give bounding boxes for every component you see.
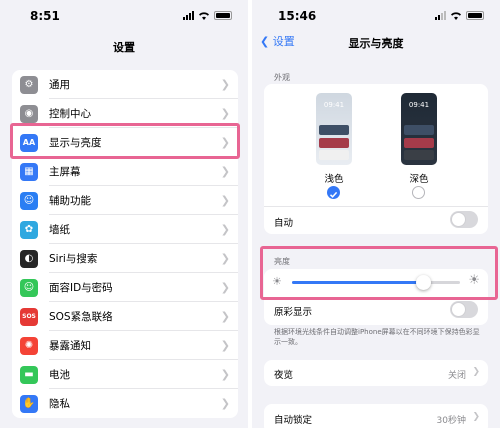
status-time: 15:46 xyxy=(278,9,317,23)
light-mode-radio-checked[interactable] xyxy=(327,186,340,199)
dark-mode-preview[interactable]: 09:41 xyxy=(401,93,437,165)
auto-appearance-toggle[interactable] xyxy=(450,211,478,228)
autolock-label: 自动锁定 xyxy=(274,415,313,426)
chevron-right-icon: ❯ xyxy=(220,194,230,207)
dark-mode-radio[interactable] xyxy=(412,186,425,199)
light-mode-preview[interactable]: 09:41 xyxy=(316,93,352,165)
status-time: 8:51 xyxy=(30,9,60,23)
settings-item[interactable]: ✋ 隐私 ❯ xyxy=(12,389,238,418)
toggles-icon: ◉ xyxy=(20,104,38,123)
settings-item[interactable]: ⚙ 通用 ❯ xyxy=(12,70,238,99)
signal-icon xyxy=(183,11,194,20)
truetone-label: 原彩显示 xyxy=(274,307,313,318)
settings-item[interactable]: ◐ Siri与搜索 ❯ xyxy=(12,244,238,273)
checkmark-icon xyxy=(329,191,338,198)
chevron-right-icon: ❯ xyxy=(472,412,480,422)
settings-item-label: 控制中心 xyxy=(49,108,91,120)
autolock-value: 30秒钟 xyxy=(436,416,466,426)
appearance-section-label: 外观 xyxy=(274,73,290,82)
gear-icon: ⚙ xyxy=(20,75,38,94)
settings-item[interactable]: ▦ 主屏幕 ❯ xyxy=(12,157,238,186)
signal-icon xyxy=(435,11,446,20)
page-title: 设置 xyxy=(113,41,135,54)
chevron-right-icon: ❯ xyxy=(220,339,230,352)
chevron-right-icon: ❯ xyxy=(220,281,230,294)
faceid-icon: ☺ xyxy=(20,278,38,297)
settings-item[interactable]: ☺ 面容ID与密码 ❯ xyxy=(12,273,238,302)
chevron-right-icon: ❯ xyxy=(220,397,230,410)
chevron-right-icon: ❯ xyxy=(220,223,230,236)
highlight-brightness xyxy=(260,246,498,300)
chevron-right-icon: ❯ xyxy=(220,165,230,178)
truetone-toggle[interactable] xyxy=(450,301,478,318)
settings-item-label: SOS紧急联络 xyxy=(49,311,113,323)
settings-item-label: 电池 xyxy=(49,369,70,381)
status-bar: 15:46 xyxy=(252,9,500,25)
display-brightness-screen: 15:46 ❮ 设置 显示与亮度 外观 09:41 09:41 浅色 深色 自动… xyxy=(252,0,500,428)
settings-item-label: 隐私 xyxy=(49,398,70,410)
auto-label: 自动 xyxy=(274,218,294,229)
nightshift-row[interactable]: 夜览 关闭 ❯ xyxy=(264,360,488,386)
wifi-icon xyxy=(451,12,461,20)
dark-mode-label: 深色 xyxy=(409,174,429,185)
chevron-right-icon: ❯ xyxy=(220,252,230,265)
preview-time-light: 09:41 xyxy=(323,101,345,109)
light-mode-label: 浅色 xyxy=(324,174,344,185)
settings-item-label: 墙纸 xyxy=(49,224,70,236)
exposure-icon: ✺ xyxy=(20,336,38,355)
truetone-description: 根据环境光线条件自动调整iPhone屏幕以在不同环境下保持色彩显示一致。 xyxy=(274,328,480,346)
autolock-row[interactable]: 自动锁定 30秒钟 ❯ xyxy=(264,404,488,428)
battery-status-icon xyxy=(214,11,232,20)
chevron-right-icon: ❯ xyxy=(220,78,230,91)
settings-item-label: 主屏幕 xyxy=(49,166,81,178)
highlight-display-brightness xyxy=(10,123,240,159)
settings-item[interactable]: SOS SOS紧急联络 ❯ xyxy=(12,302,238,331)
privacy-hand-icon: ✋ xyxy=(20,394,38,413)
chevron-right-icon: ❯ xyxy=(220,107,230,120)
settings-item[interactable]: ✺ 暴露通知 ❯ xyxy=(12,331,238,360)
chevron-right-icon: ❯ xyxy=(220,368,230,381)
settings-item-label: 通用 xyxy=(49,79,70,91)
settings-item-label: 辅助功能 xyxy=(49,195,91,207)
settings-item-label: 暴露通知 xyxy=(49,340,91,352)
settings-screen: 8:51 设置 ⚙ 通用 ❯ ◉ 控制中心 ❯ AA 显示与亮度 ❯ ▦ 主屏幕 ❯ ☺ 辅助功能 ❯ ✿ 墙纸… xyxy=(0,0,248,428)
nightshift-label: 夜览 xyxy=(274,370,294,381)
chevron-right-icon: ❯ xyxy=(220,310,230,323)
settings-item-label: 面容ID与密码 xyxy=(49,282,113,294)
battery-status-icon xyxy=(466,11,484,20)
settings-item[interactable]: ☺ 辅助功能 ❯ xyxy=(12,186,238,215)
wallpaper-icon: ✿ xyxy=(20,220,38,239)
settings-item[interactable]: ▬ 电池 ❯ xyxy=(12,360,238,389)
accessibility-icon: ☺ xyxy=(20,191,38,210)
status-bar: 8:51 xyxy=(0,9,248,25)
siri-icon: ◐ xyxy=(20,249,38,268)
battery-icon: ▬ xyxy=(20,365,38,384)
sos-icon: SOS xyxy=(20,307,38,326)
wifi-icon xyxy=(199,12,209,20)
nightshift-value: 关闭 xyxy=(447,371,466,381)
settings-item[interactable]: ✿ 墙纸 ❯ xyxy=(12,215,238,244)
chevron-right-icon: ❯ xyxy=(472,367,480,377)
home-screen-icon: ▦ xyxy=(20,162,38,181)
settings-item-label: Siri与搜索 xyxy=(49,253,98,265)
appearance-card: 09:41 09:41 浅色 深色 自动 xyxy=(264,84,488,234)
preview-time-dark: 09:41 xyxy=(408,101,430,109)
page-title: 显示与亮度 xyxy=(348,37,404,50)
